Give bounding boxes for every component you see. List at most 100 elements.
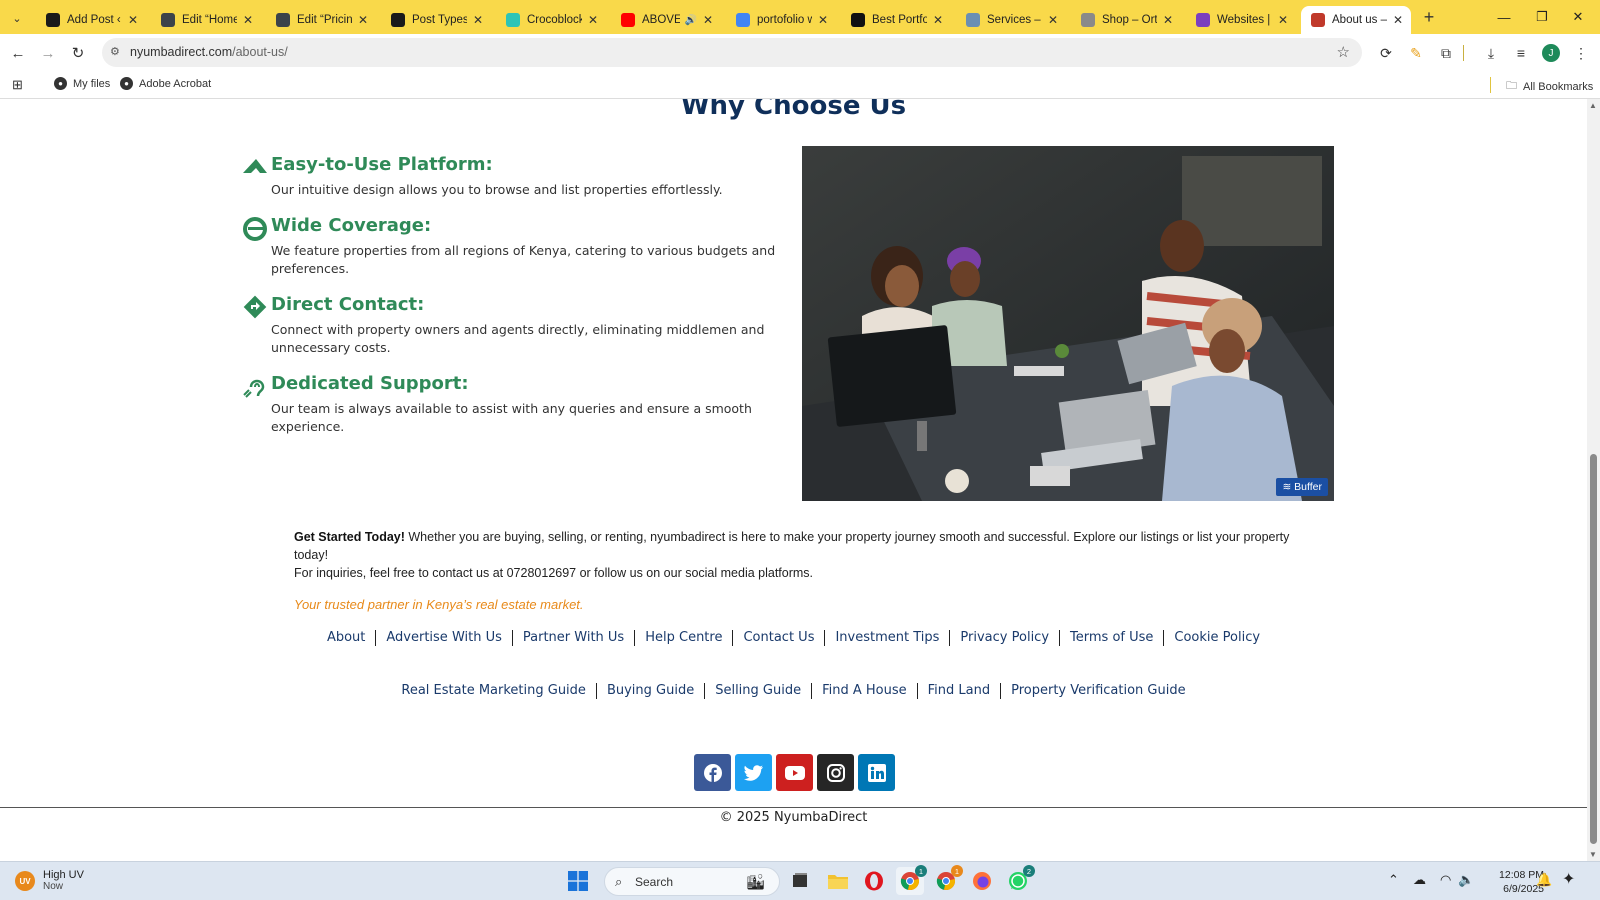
firefox-button[interactable] [968, 867, 996, 895]
tab-search-button[interactable]: ⌄ [6, 7, 28, 29]
close-tab-icon[interactable]: ✕ [243, 13, 253, 27]
apps-grid-button[interactable]: ⊞ [12, 77, 23, 93]
browser-tab[interactable]: Best Portfoli ✕ [841, 6, 951, 34]
sync-extension-icon[interactable]: ⟳ [1375, 42, 1397, 64]
chrome-profile-button[interactable]: 1 [932, 865, 963, 895]
wifi-icon[interactable]: ◠ [1440, 872, 1451, 888]
browser-tab[interactable]: Services – m ✕ [956, 6, 1066, 34]
close-tab-icon[interactable]: ✕ [588, 13, 598, 27]
task-view-button[interactable] [786, 867, 814, 895]
page-scrollbar[interactable]: ▲ ▼ [1587, 99, 1600, 861]
youtube-button[interactable] [776, 754, 813, 791]
close-tab-icon[interactable]: ✕ [1163, 13, 1173, 27]
scroll-up-arrow-icon[interactable]: ▲ [1589, 101, 1597, 110]
scroll-down-arrow-icon[interactable]: ▼ [1589, 850, 1597, 859]
extensions-puzzle-icon[interactable]: ⧉ [1435, 42, 1457, 64]
footer-link[interactable]: Selling Guide [705, 683, 813, 699]
browser-tab[interactable]: Post Types ‹ ✕ [381, 6, 491, 34]
notification-bell-icon[interactable]: 🔔 [1536, 872, 1552, 888]
close-tab-icon[interactable]: ✕ [703, 13, 713, 27]
footer-link[interactable]: Buying Guide [597, 683, 706, 699]
instagram-button[interactable] [817, 754, 854, 791]
browser-tab[interactable]: Add Post ‹ xp ✕ [36, 6, 146, 34]
close-tab-icon[interactable]: ✕ [933, 13, 943, 27]
copilot-icon[interactable]: ✦ [1562, 869, 1575, 889]
bookmark-star-icon[interactable]: ☆ [1337, 43, 1350, 61]
websites-icon [1196, 13, 1210, 27]
site-info-icon[interactable]: ⚙ [110, 45, 124, 59]
profile-avatar[interactable]: J [1542, 44, 1560, 62]
crocoblock-icon [506, 13, 520, 27]
footer-link[interactable]: Partner With Us [513, 630, 636, 646]
close-tab-icon[interactable]: ✕ [128, 13, 138, 27]
facebook-button[interactable] [694, 754, 731, 791]
footer-link[interactable]: Cookie Policy [1164, 630, 1270, 646]
services-icon [966, 13, 980, 27]
footer-link[interactable]: Terms of Use [1060, 630, 1165, 646]
bookmark-my-files[interactable]: ● My files [54, 77, 110, 90]
buffer-share-button[interactable]: ≋ Buffer [1276, 478, 1328, 496]
tab-title: Websites | H [1217, 14, 1272, 26]
url-text[interactable]: nyumbadirect.com/about-us/ [130, 45, 288, 59]
browser-tab[interactable]: Shop – Orth ✕ [1071, 6, 1181, 34]
tagline: Your trusted partner in Kenya’s real est… [294, 597, 584, 612]
close-window-button[interactable]: ✕ [1563, 6, 1593, 28]
close-tab-icon[interactable]: ✕ [358, 13, 368, 27]
browser-tab[interactable]: Websites | H ✕ [1186, 6, 1296, 34]
minimize-button[interactable]: — [1489, 6, 1519, 28]
browser-tab[interactable]: Crocoblock / ✕ [496, 6, 606, 34]
browser-tab[interactable]: ABOVE T🔊 ✕ [611, 6, 721, 34]
browser-tab[interactable]: Edit “Pricing” ✕ [266, 6, 376, 34]
back-button[interactable]: ← [6, 41, 30, 65]
tab-title: Add Post ‹ xp [67, 14, 122, 26]
footer-link[interactable]: Contact Us [733, 630, 826, 646]
browser-tab[interactable]: portofolio w ✕ [726, 6, 836, 34]
footer-link[interactable]: Privacy Policy [950, 630, 1061, 646]
arrow-left-icon: ← [10, 44, 26, 62]
twitter-button[interactable] [735, 754, 772, 791]
reload-button[interactable]: ↻ [66, 41, 90, 65]
linkedin-button[interactable] [858, 754, 895, 791]
media-controls-icon[interactable]: ≡ [1510, 42, 1532, 64]
chrome-button[interactable]: 1 [896, 865, 927, 895]
start-button[interactable] [564, 867, 592, 895]
browser-tab[interactable]: About us – N ✕ [1301, 6, 1411, 34]
file-explorer-button[interactable] [824, 867, 852, 895]
color-picker-extension-icon[interactable]: ✎ [1405, 42, 1427, 64]
address-bar[interactable]: ⚙ nyumbadirect.com/about-us/ ☆ [102, 38, 1362, 67]
restore-button[interactable]: ❐ [1527, 6, 1557, 28]
downloads-icon[interactable]: ⤓ [1480, 42, 1502, 64]
menu-kebab-icon[interactable]: ⋮ [1570, 42, 1592, 64]
onedrive-offline-icon[interactable]: ☁ [1413, 872, 1426, 888]
volume-icon[interactable]: 🔈 [1458, 872, 1474, 888]
opera-button[interactable] [860, 867, 888, 895]
speaker-icon[interactable]: 🔊 [684, 15, 696, 26]
minimize-icon: — [1497, 9, 1511, 25]
footer-link[interactable]: Real Estate Marketing Guide [391, 683, 597, 699]
footer-link[interactable]: About [317, 630, 377, 646]
close-tab-icon[interactable]: ✕ [1393, 13, 1403, 27]
show-hidden-icons-chevron-icon[interactable]: ⌃ [1388, 872, 1399, 888]
scrollbar-thumb[interactable] [1590, 454, 1597, 844]
footer-link[interactable]: Find A House [812, 683, 918, 699]
footer-link[interactable]: Find Land [918, 683, 1002, 699]
clock[interactable]: 12:08 PM 6/9/2025 [1474, 868, 1544, 896]
close-tab-icon[interactable]: ✕ [473, 13, 483, 27]
forward-button[interactable]: → [36, 41, 60, 65]
footer-link[interactable]: Help Centre [635, 630, 734, 646]
footer-link[interactable]: Advertise With Us [376, 630, 513, 646]
footer-link[interactable]: Investment Tips [825, 630, 951, 646]
close-tab-icon[interactable]: ✕ [818, 13, 828, 27]
browser-tab[interactable]: Edit “Home” ✕ [151, 6, 261, 34]
footer-link[interactable]: Property Verification Guide [1001, 683, 1196, 699]
whatsapp-button[interactable]: 2 [1004, 865, 1035, 895]
weather-widget[interactable]: UV High UV Now [15, 869, 84, 893]
taskbar-search[interactable]: ⌕ Search 🏙 [604, 867, 780, 896]
new-tab-button[interactable]: + [1418, 6, 1440, 28]
all-bookmarks-button[interactable]: 🗀 All Bookmarks [1506, 77, 1593, 96]
close-tab-icon[interactable]: ✕ [1048, 13, 1058, 27]
close-tab-icon[interactable]: ✕ [1278, 13, 1288, 27]
about-icon [1311, 13, 1325, 27]
bookmark-adobe-acrobat[interactable]: ● Adobe Acrobat [120, 77, 211, 90]
feature-title: Direct Contact: [271, 294, 425, 315]
